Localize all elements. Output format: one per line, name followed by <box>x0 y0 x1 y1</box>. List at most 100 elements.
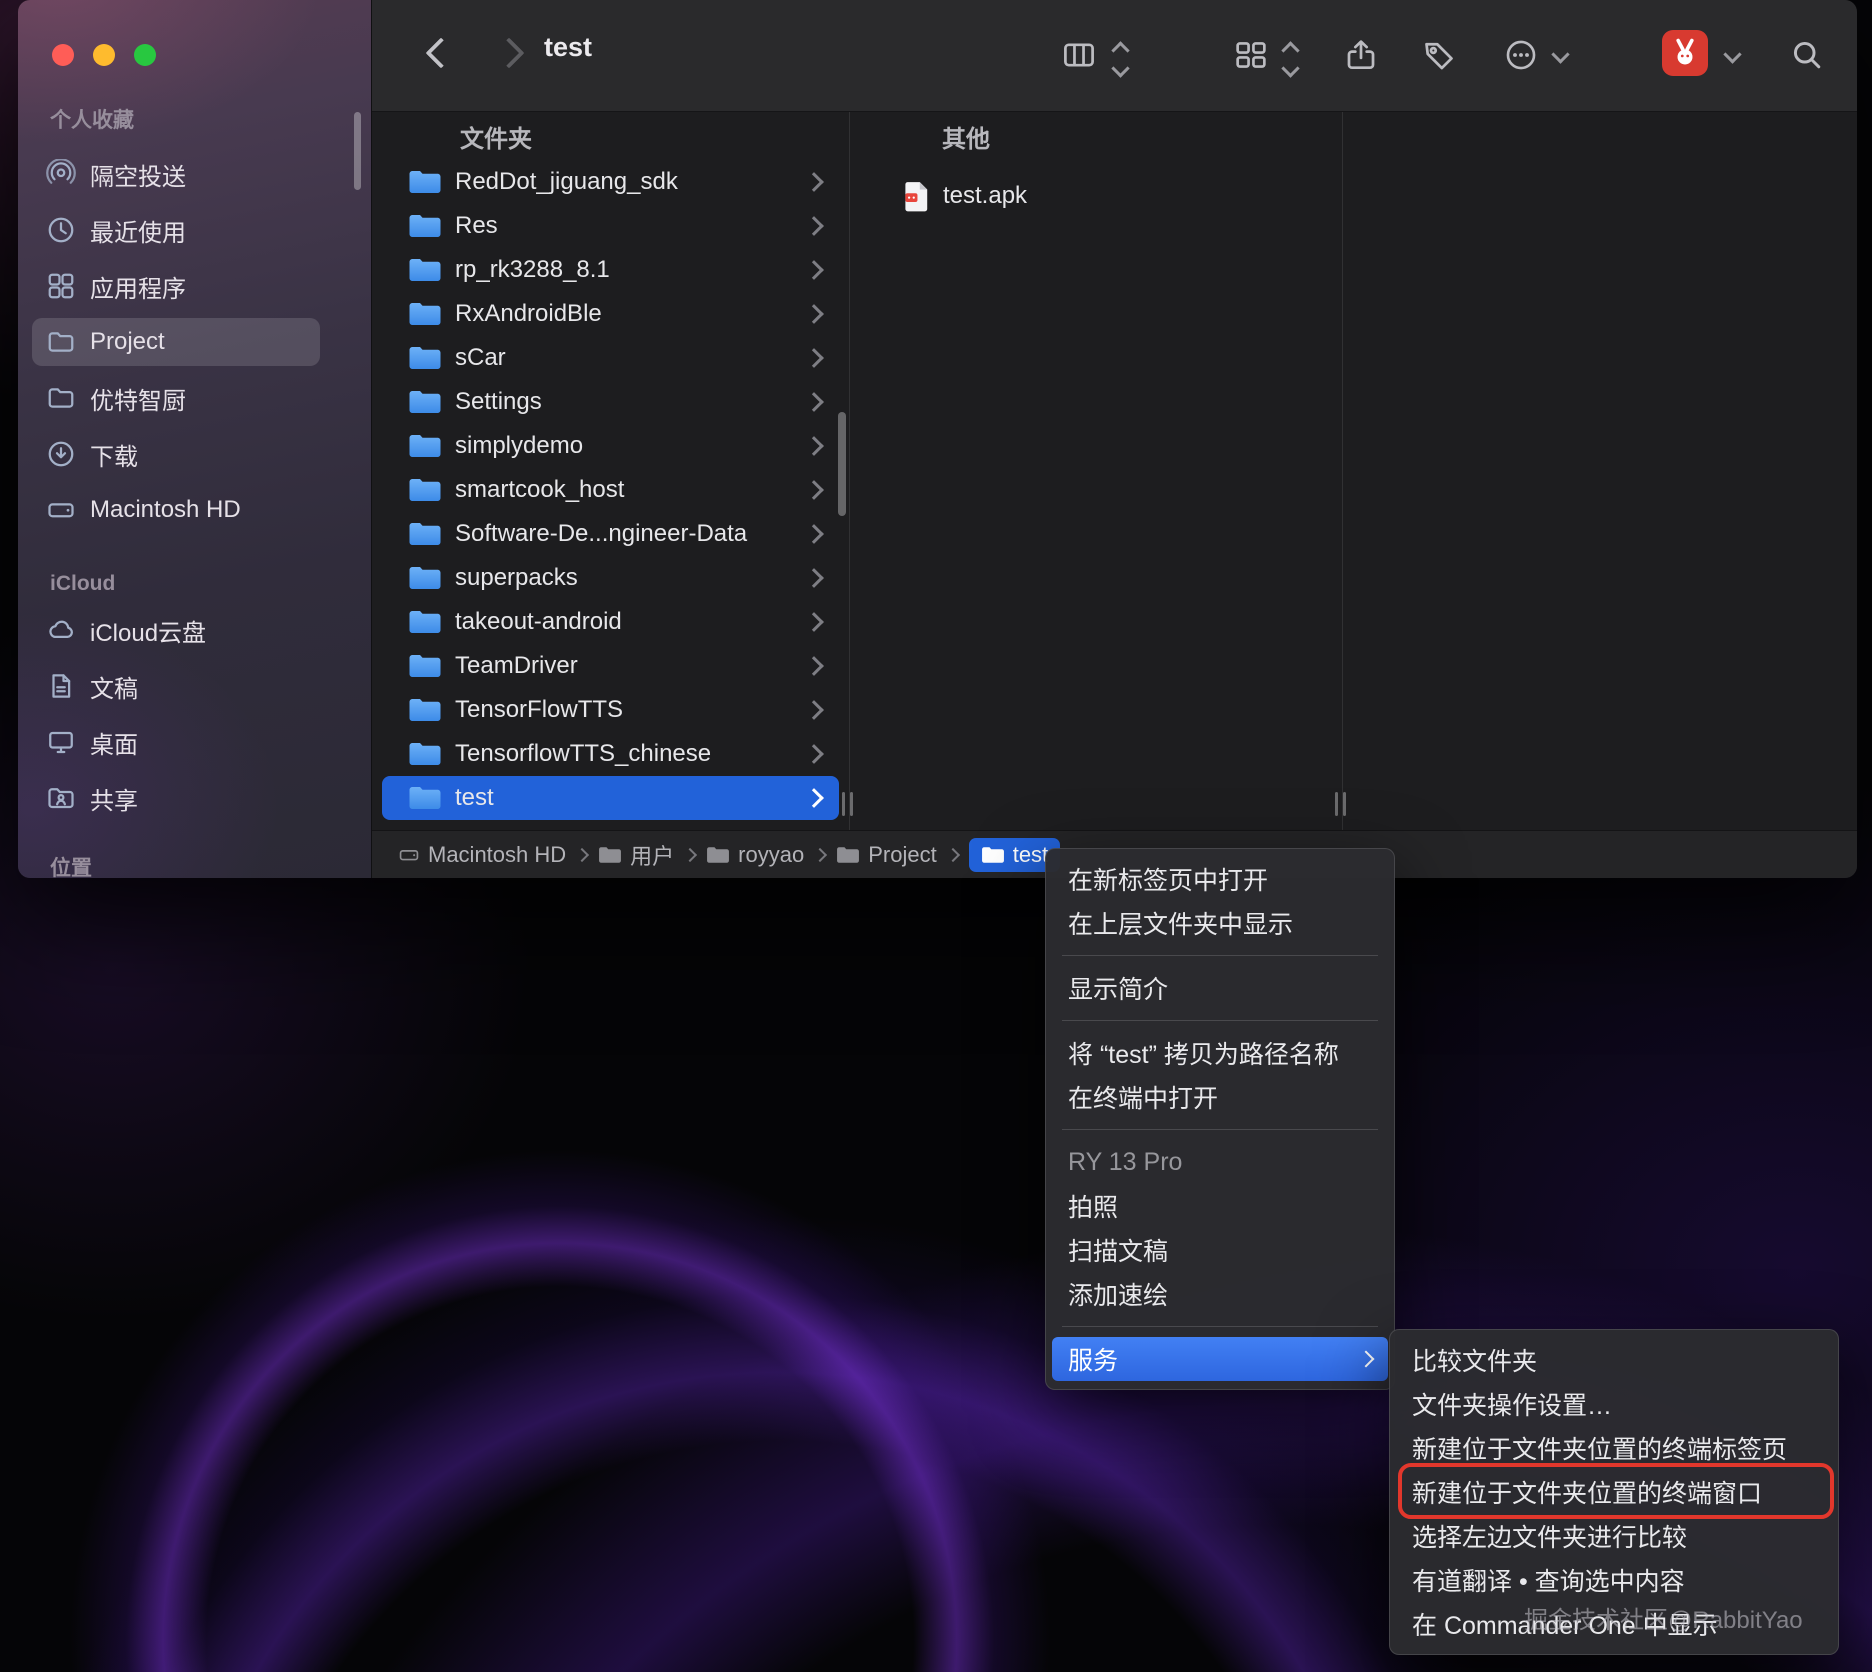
tag-icon[interactable] <box>1422 38 1456 72</box>
menu-item-get-info[interactable]: 显示简介 <box>1052 966 1388 1010</box>
folder-icon <box>598 845 622 865</box>
folder-row[interactable]: takeout-android <box>382 600 839 644</box>
menu-separator <box>1062 955 1378 956</box>
menu-item-open-in-terminal[interactable]: 在终端中打开 <box>1052 1075 1388 1119</box>
hard-drive-icon <box>398 844 420 866</box>
menu-item-scan-documents[interactable]: 扫描文稿 <box>1052 1228 1388 1272</box>
chevron-right-icon <box>804 260 824 280</box>
sidebar-section-icloud: iCloud <box>50 572 116 595</box>
submenu-item-new-terminal-window[interactable]: 新建位于文件夹位置的终端窗口 <box>1396 1470 1832 1514</box>
sidebar-item-smart-kitchen[interactable]: 优特智厨 <box>32 374 320 422</box>
folder-row[interactable]: simplydemo <box>382 424 839 468</box>
path-separator-chevron-icon <box>945 847 960 862</box>
folder-name: Res <box>455 212 498 239</box>
sidebar-item-label: 下载 <box>90 443 138 471</box>
more-actions-chevron-icon[interactable] <box>1551 45 1570 64</box>
folder-row[interactable]: rp_rk3288_8.1 <box>382 248 839 292</box>
chevron-right-icon <box>804 348 824 368</box>
folder-row[interactable]: Settings <box>382 380 839 424</box>
menu-item-services[interactable]: 服务 <box>1052 1337 1388 1381</box>
menu-item-label: 在终端中打开 <box>1068 1085 1219 1113</box>
file-row-apk[interactable]: test.apk <box>860 174 1332 218</box>
sidebar-item-label: 最近使用 <box>90 219 186 247</box>
column-scrollbar[interactable] <box>838 412 846 516</box>
path-separator-chevron-icon <box>683 847 698 862</box>
group-options-chevron-icon[interactable] <box>1281 41 1300 78</box>
more-actions-icon[interactable] <box>1504 38 1538 72</box>
folder-icon <box>408 476 442 504</box>
chevron-right-icon <box>804 656 824 676</box>
path-item-royyao[interactable]: royyao <box>706 842 804 868</box>
back-button[interactable] <box>425 37 457 69</box>
red-app-badge-icon[interactable] <box>1662 30 1708 76</box>
sidebar-item-recents[interactable]: 最近使用 <box>32 206 320 254</box>
traffic-light-zoom-button[interactable] <box>134 44 156 66</box>
shared-folder-icon <box>46 783 76 813</box>
menu-item-show-enclosing-folder[interactable]: 在上层文件夹中显示 <box>1052 901 1388 945</box>
folder-row[interactable]: TeamDriver <box>382 644 839 688</box>
submenu-item-select-left-folder-compare[interactable]: 选择左边文件夹进行比较 <box>1396 1514 1832 1558</box>
sidebar-item-airdrop[interactable]: 隔空投送 <box>32 150 320 198</box>
folder-row[interactable]: TensorflowTTS_chinese <box>382 732 839 776</box>
search-icon[interactable] <box>1790 38 1824 72</box>
folder-icon <box>408 388 442 416</box>
submenu-item-new-terminal-tab[interactable]: 新建位于文件夹位置的终端标签页 <box>1396 1426 1832 1470</box>
menu-item-open-new-tab[interactable]: 在新标签页中打开 <box>1052 857 1388 901</box>
traffic-light-close-button[interactable] <box>52 44 74 66</box>
path-item-users[interactable]: 用户 <box>598 839 674 871</box>
folder-name: TeamDriver <box>455 652 578 679</box>
sidebar-item-applications[interactable]: 应用程序 <box>32 262 320 310</box>
menu-item-label: 扫描文稿 <box>1068 1238 1169 1266</box>
folder-row[interactable]: superpacks <box>382 556 839 600</box>
sidebar-item-label: 桌面 <box>90 731 138 759</box>
folder-row[interactable]: sCar <box>382 336 839 380</box>
sidebar-item-label: iCloud云盘 <box>90 619 207 647</box>
menu-item-copy-pathname[interactable]: 将 “test” 拷贝为路径名称 <box>1052 1031 1388 1075</box>
submenu-item-compare-folders[interactable]: 比较文件夹 <box>1396 1338 1832 1382</box>
window-title: test <box>544 32 593 62</box>
airdrop-icon <box>46 159 76 189</box>
forward-button[interactable] <box>493 37 525 69</box>
folder-icon <box>408 432 442 460</box>
folder-row[interactable]: RxAndroidBle <box>382 292 839 336</box>
menu-item-take-photo[interactable]: 拍照 <box>1052 1184 1388 1228</box>
sidebar-item-icloud-drive[interactable]: iCloud云盘 <box>32 606 320 654</box>
chevron-right-icon <box>804 436 824 456</box>
group-view-icon[interactable] <box>1234 38 1268 72</box>
folder-name: TensorflowTTS_chinese <box>455 740 712 767</box>
folder-name: simplydemo <box>455 432 584 459</box>
sidebar-item-macintosh-hd[interactable]: Macintosh HD <box>32 486 320 534</box>
folder-row-test-selected[interactable]: test <box>382 776 839 820</box>
menu-item-add-sketch[interactable]: 添加速绘 <box>1052 1272 1388 1316</box>
column-others: 其他 test.apk <box>850 112 1342 830</box>
path-item-project[interactable]: Project <box>836 842 937 868</box>
folder-icon <box>408 256 442 284</box>
path-item-macintosh-hd[interactable]: Macintosh HD <box>398 842 566 868</box>
submenu-item-folder-actions-setup[interactable]: 文件夹操作设置… <box>1396 1382 1832 1426</box>
share-icon[interactable] <box>1344 38 1378 72</box>
folder-row[interactable]: Res <box>382 204 839 248</box>
path-separator-chevron-icon <box>575 847 590 862</box>
folder-row[interactable]: TensorFlowTTS <box>382 688 839 732</box>
folder-row[interactable]: smartcook_host <box>382 468 839 512</box>
sidebar: 个人收藏 隔空投送 最近使用 应用程序 Project 优特智厨 下载 Maci… <box>18 0 372 878</box>
folder-row[interactable]: Software-De...ngineer-Data <box>382 512 839 556</box>
folder-icon <box>408 564 442 592</box>
menu-item-label: 添加速绘 <box>1068 1282 1169 1310</box>
view-options-chevron-icon[interactable] <box>1111 41 1130 78</box>
column-view-icon[interactable] <box>1062 38 1096 72</box>
folder-row[interactable]: RedDot_jiguang_sdk <box>382 160 839 204</box>
traffic-light-minimize-button[interactable] <box>93 44 115 66</box>
chevron-right-icon <box>804 172 824 192</box>
folder-name: rp_rk3288_8.1 <box>455 256 610 283</box>
sidebar-item-project[interactable]: Project <box>32 318 320 366</box>
sidebar-item-label: Macintosh HD <box>90 496 241 523</box>
badge-chevron-icon[interactable] <box>1723 45 1742 64</box>
sidebar-item-shared[interactable]: 共享 <box>32 774 320 822</box>
sidebar-item-desktop[interactable]: 桌面 <box>32 718 320 766</box>
sidebar-item-downloads[interactable]: 下载 <box>32 430 320 478</box>
sidebar-item-documents[interactable]: 文稿 <box>32 662 320 710</box>
submenu-item-youdao-translate[interactable]: 有道翻译 • 查询选中内容 <box>1396 1558 1832 1602</box>
sidebar-item-label: 优特智厨 <box>90 387 186 415</box>
sidebar-scrollbar[interactable] <box>354 112 361 190</box>
